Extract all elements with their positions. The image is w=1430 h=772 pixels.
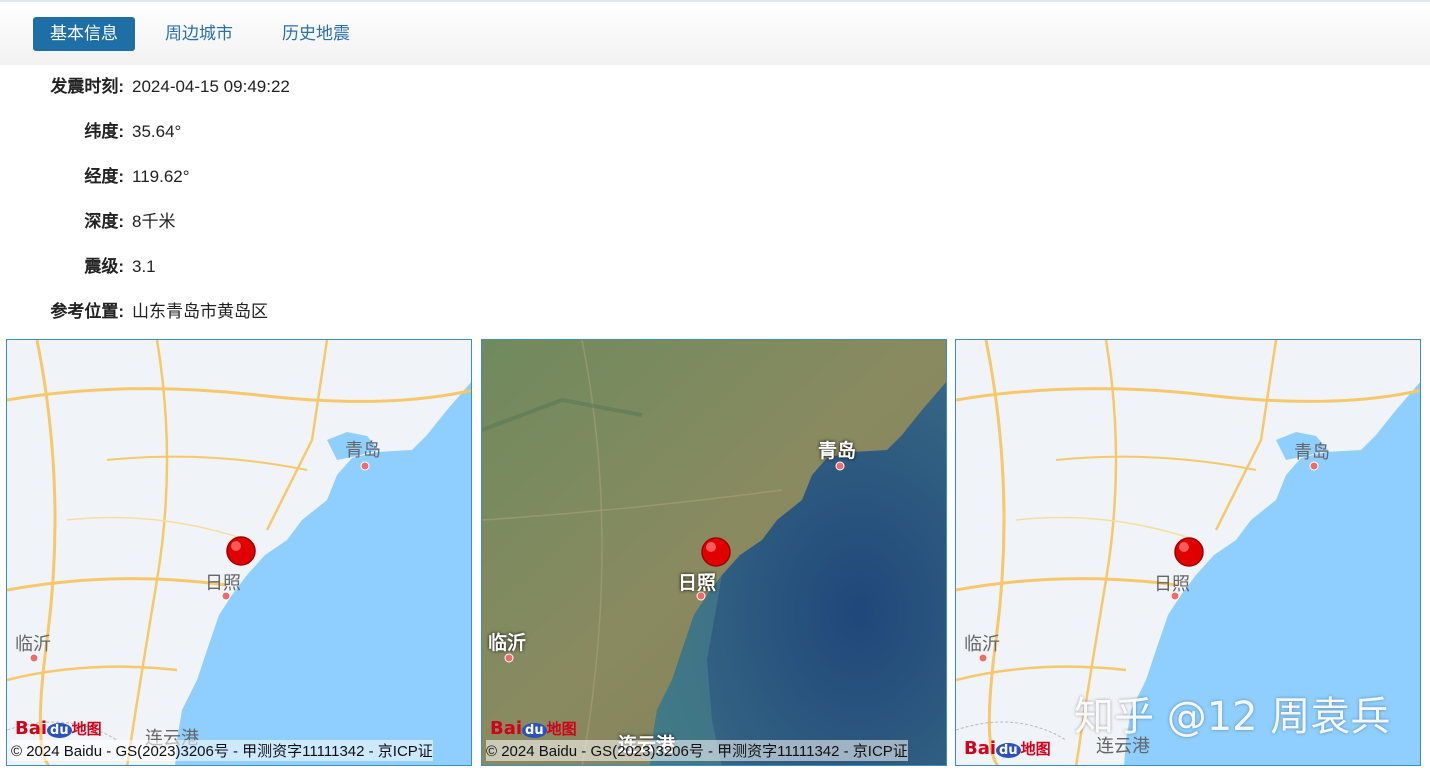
tab-historical-earthquakes[interactable]: 历史地震 bbox=[268, 17, 364, 51]
baidu-logo: Bai du 地图 bbox=[490, 718, 577, 739]
info-label: 纬度: bbox=[84, 122, 124, 141]
city-label-linyi: 临沂 bbox=[964, 634, 1000, 654]
paw-icon: du bbox=[996, 743, 1021, 758]
epicenter-marker bbox=[701, 537, 731, 567]
epicenter-marker bbox=[1174, 537, 1204, 567]
info-value-time: 2024-04-15 09:49:22 bbox=[132, 77, 290, 96]
tab-bar: 基本信息 周边城市 历史地震 bbox=[0, 0, 1430, 65]
epicenter-marker bbox=[226, 536, 256, 566]
map-panel-satellite[interactable]: 青岛 日照 临沂 连云港 Baidu地图 © 2024 Baidu - GS(2… bbox=[481, 339, 947, 766]
city-label-linyi: 临沂 bbox=[15, 634, 51, 654]
info-row-depth: 深度: 8千米 bbox=[0, 209, 175, 235]
info-value-location: 山东青岛市黄岛区 bbox=[132, 302, 268, 321]
info-value-depth: 8千米 bbox=[132, 212, 176, 231]
info-row-longitude: 经度: 119.62° bbox=[0, 164, 190, 190]
city-label-rizhao: 日照 bbox=[205, 573, 241, 593]
baidu-logo: Bai du 地图 bbox=[15, 718, 102, 739]
info-label: 深度: bbox=[84, 212, 124, 231]
info-label: 发震时刻: bbox=[50, 77, 124, 96]
info-value-longitude: 119.62° bbox=[132, 167, 190, 186]
info-label: 经度: bbox=[84, 167, 124, 186]
info-value-magnitude: 3.1 bbox=[132, 257, 156, 276]
map-copyright: © 2024 Baidu - GS(2023)3206号 - 甲测资字11111… bbox=[486, 740, 908, 761]
map-canvas[interactable] bbox=[482, 340, 947, 766]
city-label-rizhao: 日照 bbox=[1154, 574, 1190, 594]
city-label-linyi: 临沂 bbox=[488, 633, 527, 654]
tab-basic-info[interactable]: 基本信息 bbox=[33, 17, 135, 51]
city-label-qingdao: 青岛 bbox=[818, 441, 857, 462]
baidu-logo: Bai du 地图 bbox=[964, 738, 1051, 759]
map-copyright: © 2024 Baidu - GS(2023)3206号 - 甲测资字11111… bbox=[11, 740, 433, 761]
info-label: 参考位置: bbox=[50, 302, 124, 321]
city-label-rizhao: 日照 bbox=[678, 573, 717, 594]
paw-icon: du bbox=[47, 723, 72, 738]
map-canvas[interactable] bbox=[7, 340, 472, 766]
info-value-latitude: 35.64° bbox=[132, 122, 182, 141]
city-label-qingdao: 青岛 bbox=[345, 440, 381, 460]
info-row-location: 参考位置: 山东青岛市黄岛区 bbox=[0, 299, 268, 325]
info-label: 震级: bbox=[84, 257, 124, 276]
info-row-latitude: 纬度: 35.64° bbox=[0, 119, 181, 145]
map-panel-standard[interactable]: 青岛 日照 临沂 连云港 Bai du 地图 © 2024 Baidu - GS(2… bbox=[6, 339, 472, 766]
info-row-magnitude: 震级: 3.1 bbox=[0, 254, 156, 280]
city-label-qingdao: 青岛 bbox=[1294, 442, 1330, 462]
paw-icon: du bbox=[522, 723, 547, 738]
zhihu-watermark: 知乎 @12 周袁兵 bbox=[1074, 694, 1391, 740]
tab-nearby-cities[interactable]: 周边城市 bbox=[151, 17, 247, 51]
info-row-time: 发震时刻: 2024-04-15 09:49:22 bbox=[0, 74, 290, 100]
